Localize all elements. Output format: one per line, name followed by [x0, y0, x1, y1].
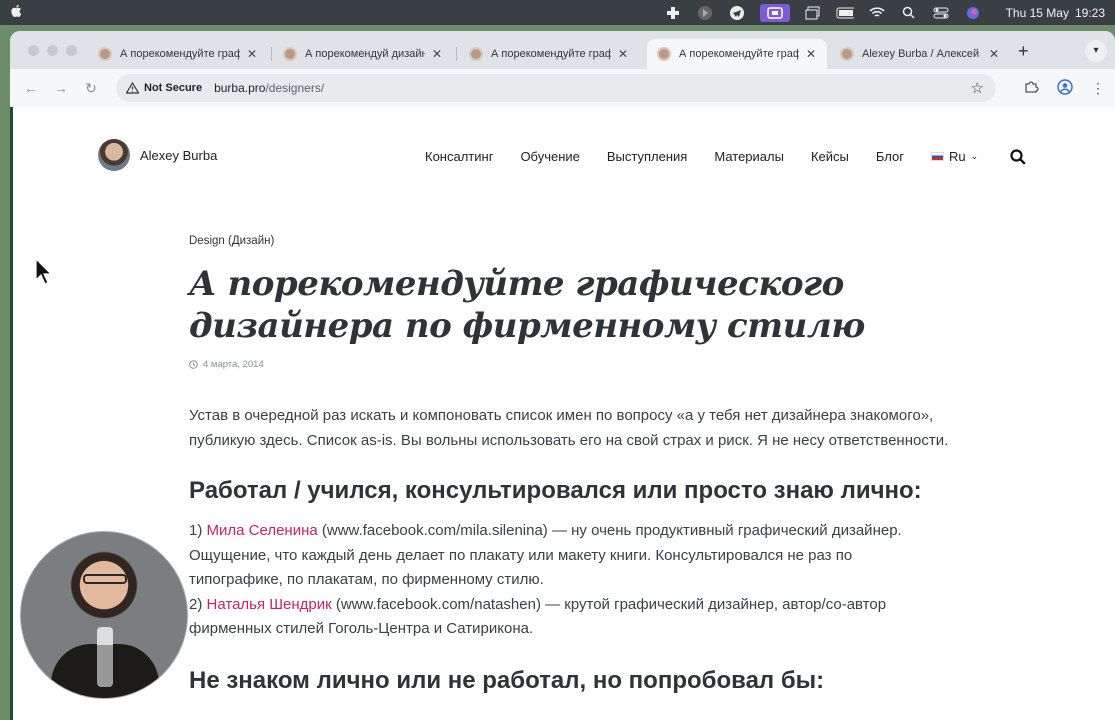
browser-tab-active[interactable]: А порекомендуйте граф ✕: [647, 39, 827, 69]
forward-icon[interactable]: →: [46, 80, 76, 96]
browser-toolbar: ← → ↻ Not Secure burba.pro/designers/ ☆ …: [10, 69, 1115, 107]
search-icon[interactable]: [900, 6, 918, 20]
nav-item-consulting[interactable]: Консалтинг: [425, 149, 493, 164]
mouse-cursor-icon: [35, 257, 53, 291]
presenter-glasses: [83, 574, 127, 584]
url-text[interactable]: burba.pro/designers/: [214, 81, 324, 95]
list-item-number: 1): [189, 522, 207, 539]
security-label: Not Secure: [144, 82, 203, 94]
url-host: burba.pro: [214, 81, 266, 95]
menubar-date: Thu 15 May: [1005, 5, 1069, 20]
favicon-icon: [657, 47, 671, 61]
medical-cross-icon[interactable]: [664, 6, 682, 20]
webcam-overlay: [20, 531, 188, 699]
address-bar[interactable]: Not Secure burba.pro/designers/ ☆: [116, 74, 996, 102]
microphone-icon: [97, 627, 113, 687]
browser-tab[interactable]: А порекомендуй дизайне ✕: [273, 39, 453, 69]
tab-title: А порекомендуйте граф: [491, 48, 611, 60]
bookmark-star-icon[interactable]: ☆: [971, 79, 984, 97]
list-item: 2) Наталья Шендрик (www.facebook.com/nat…: [189, 593, 949, 642]
siri-icon[interactable]: [964, 6, 982, 20]
close-tab-icon[interactable]: ✕: [617, 47, 629, 61]
telegram-icon[interactable]: [728, 5, 746, 20]
tab-separator: [456, 47, 457, 61]
browser-tab[interactable]: А порекомендуйте графи ✕: [88, 39, 268, 69]
brand-name: Alexey Burba: [140, 147, 218, 163]
close-window-button[interactable]: [28, 45, 39, 56]
apple-menu-icon[interactable]: [10, 4, 30, 22]
close-tab-icon[interactable]: ✕: [988, 47, 1000, 61]
language-switcher[interactable]: Ru ⌄: [930, 149, 979, 164]
control-center-icon[interactable]: [932, 6, 950, 20]
nav-item-training[interactable]: Обучение: [520, 149, 579, 164]
nav-item-cases[interactable]: Кейсы: [811, 149, 849, 164]
site-brand[interactable]: Alexey Burba: [98, 139, 217, 171]
article-intro: Устав в очередной раз искать и компонова…: [189, 407, 949, 449]
article-date: 4 марта, 2014: [189, 359, 949, 370]
nav-item-blog[interactable]: Блог: [876, 149, 904, 164]
close-tab-icon[interactable]: ✕: [805, 47, 817, 61]
tab-title: А порекомендуйте граф: [679, 48, 799, 60]
section-heading: Не знаком лично или не работал, но попро…: [189, 666, 825, 694]
tab-title: А порекомендуй дизайне: [305, 48, 425, 60]
zoom-window-button[interactable]: [66, 45, 77, 56]
menubar-time: 19:23: [1074, 5, 1105, 20]
site-header: Alexey Burba Консалтинг Обучение Выступл…: [98, 139, 1028, 179]
nav-item-materials[interactable]: Материалы: [714, 149, 784, 164]
clock-icon: [189, 360, 198, 369]
security-indicator[interactable]: Not Secure: [126, 82, 214, 94]
menu-kebab-icon[interactable]: ⋮: [1091, 80, 1105, 97]
menubar-clock[interactable]: Thu 15 May 19:23: [1000, 6, 1105, 20]
tab-title: А порекомендуйте графи: [120, 48, 240, 60]
close-tab-icon[interactable]: ✕: [246, 47, 258, 61]
new-tab-icon[interactable]: +: [1018, 41, 1029, 62]
url-path: /designers/: [265, 81, 325, 95]
window-controls: [28, 45, 77, 56]
list-item: 1) Мила Селенина (www.facebook.com/mila.…: [189, 519, 949, 593]
reload-icon[interactable]: ↻: [76, 80, 106, 97]
tab-strip: А порекомендуйте графи ✕ А порекомендуй …: [10, 31, 1115, 69]
section-heading: Работал / учился, консультировался или п…: [189, 477, 922, 504]
minimize-window-button[interactable]: [47, 45, 58, 56]
designer-link[interactable]: Наталья Шендрик: [207, 596, 332, 613]
article: Design (Дизайн) А порекомендуйте графиче…: [189, 235, 949, 695]
back-icon[interactable]: ←: [16, 80, 46, 96]
extensions-icon[interactable]: [1024, 79, 1039, 97]
screen-record-icon[interactable]: [759, 3, 790, 22]
favicon-icon: [469, 47, 483, 61]
page-edge-strip: [10, 107, 13, 720]
chevron-down-icon: ⌄: [970, 151, 979, 161]
menubar: Thu 15 May 19:23: [0, 0, 1115, 25]
russia-flag-icon: [930, 152, 944, 161]
nav-item-talks[interactable]: Выступления: [607, 149, 687, 164]
list-item-number: 2): [189, 595, 207, 613]
tab-title: Alexey Burba / Алексей Б: [862, 48, 982, 60]
browser-tab[interactable]: А порекомендуйте граф ✕: [459, 39, 639, 69]
avatar: [98, 139, 130, 171]
browser-tab[interactable]: Alexey Burba / Алексей Б ✕: [830, 39, 1010, 69]
warning-icon: [126, 82, 139, 94]
article-category[interactable]: Design (Дизайн): [189, 235, 949, 247]
tab-separator: [271, 47, 272, 61]
main-nav: Консалтинг Обучение Выступления Материал…: [425, 149, 978, 164]
designer-list: 1) Мила Селенина (www.facebook.com/mila.…: [189, 519, 949, 642]
windows-icon[interactable]: [804, 6, 822, 20]
play-circle-icon[interactable]: [696, 5, 714, 20]
tab-search-chevron-icon[interactable]: ▾: [1085, 40, 1107, 62]
battery-icon[interactable]: [836, 6, 854, 20]
close-tab-icon[interactable]: ✕: [431, 47, 443, 61]
article-title: А порекомендуйте графического дизайнера …: [189, 264, 865, 346]
date-text: 4 марта, 2014: [203, 359, 264, 370]
profile-icon[interactable]: [1057, 78, 1073, 98]
favicon-icon: [283, 47, 297, 61]
wifi-icon[interactable]: [868, 6, 886, 20]
language-label: Ru: [948, 149, 966, 164]
toolbar-actions: ⋮: [1024, 69, 1115, 107]
site-search-icon[interactable]: [1010, 149, 1026, 170]
favicon-icon: [840, 47, 854, 61]
designer-link[interactable]: Мила Селенина: [207, 522, 318, 539]
favicon-icon: [98, 47, 112, 61]
